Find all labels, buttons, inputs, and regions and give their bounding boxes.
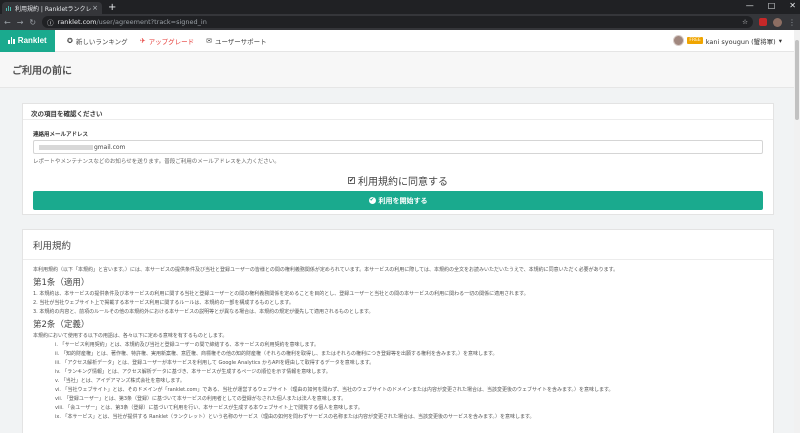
window-controls: — □ ✕: [746, 1, 796, 10]
close-window-icon[interactable]: ✕: [789, 1, 796, 10]
agree-checkbox[interactable]: ✔: [348, 177, 355, 184]
list-item: vii. 「登録ユーザー」とは、第3条（登録）に基づいて本サービスの利用者として…: [55, 396, 347, 402]
agree-label[interactable]: 利用規約に同意する: [358, 173, 448, 188]
list-item: vi. 「当社ウェブサイト」とは、そのドメインが「ranklet.com」である…: [55, 387, 614, 393]
nav-user-support[interactable]: ✉ ユーザーサポート: [206, 36, 267, 46]
terms-body: 本利用規約（以下「本規約」と言います。）には、本サービスの提供条件及び当社と登録…: [23, 260, 773, 428]
site-header: Ranklet ✪ 新しいランキング ✈ アップグレード ✉ ユーザーサポート …: [0, 29, 800, 52]
confirm-card: 次の項目を確認ください 連絡用メールアドレス gmail.com レポートやメン…: [22, 103, 774, 215]
forward-icon[interactable]: →: [17, 18, 24, 27]
agree-checkbox-row[interactable]: ✔ 利用規約に同意する: [23, 173, 773, 188]
plane-icon: ✈: [139, 36, 146, 45]
start-button-label: 利用を開始する: [378, 196, 428, 205]
browser-tab-strip: 利用規約 | Rankletランクレット × + — □ ✕: [0, 0, 800, 14]
maximize-icon[interactable]: □: [768, 1, 776, 10]
article-1-title: 第1条（適用）: [33, 278, 90, 288]
back-icon[interactable]: ←: [4, 18, 11, 27]
minimize-icon[interactable]: —: [746, 1, 754, 10]
browser-tab[interactable]: 利用規約 | Rankletランクレット ×: [2, 2, 102, 14]
check-circle-icon: ✔: [368, 197, 376, 204]
brand-logo[interactable]: Ranklet: [0, 29, 55, 52]
article-2-title: 第2条（定義）: [33, 320, 90, 330]
start-button[interactable]: ✔ 利用を開始する: [33, 191, 763, 210]
list-item: ii. 「知的財産権」とは、著作権、特許権、実用新案権、意匠権、商標権その他の知…: [55, 351, 498, 357]
browser-menu-icon[interactable]: ⋮: [788, 18, 796, 27]
list-item: i. 「サービス利用契約」とは、本規約及び当社と登録ユーザーの間で締結する、本サ…: [55, 342, 319, 348]
terms-intro: 本利用規約（以下「本規約」と言います。）には、本サービスの提供条件及び当社と登録…: [33, 267, 619, 273]
plus-circle-icon: ✪: [67, 36, 73, 45]
profile-avatar-icon[interactable]: [773, 17, 782, 27]
user-name: kani syougun (蟹将軍): [705, 37, 776, 46]
page-scrollbar[interactable]: [794, 30, 800, 433]
address-bar[interactable]: ⓘ ranklet.com/user/agreement?track=signe…: [42, 16, 753, 28]
list-item: 2. 当社が当社ウェブサイト上で掲載する本サービス利用に関するルールは、本規約の…: [33, 300, 294, 306]
nav-label: 新しいランキング: [75, 37, 128, 46]
email-field[interactable]: gmail.com: [33, 140, 763, 154]
reload-icon[interactable]: ↻: [29, 18, 36, 27]
terms-title: 利用規約: [23, 230, 773, 260]
list-item: iv. 「ランキング情報」とは、アクセス解析データに基づき、本サービスが生成する…: [55, 369, 331, 375]
email-redaction: [39, 144, 93, 150]
title-band: ご利用の前に: [0, 52, 794, 88]
brand-name: Ranklet: [17, 36, 47, 45]
tab-title: 利用規約 | Rankletランクレット: [15, 5, 92, 13]
confirm-card-heading: 次の項目を確認ください: [23, 104, 773, 120]
nav-new-ranking[interactable]: ✪ 新しいランキング: [67, 36, 128, 46]
email-label: 連絡用メールアドレス: [33, 132, 89, 138]
scrollbar-thumb[interactable]: [795, 40, 799, 120]
ranklet-favicon-icon: [6, 5, 12, 11]
plan-badge: FREE: [687, 37, 703, 44]
list-item: 3. 本規約の内容と、前項のルールその他の本規約外における本サービスの説明等とが…: [33, 309, 374, 315]
avatar: [673, 35, 685, 46]
extension-icon[interactable]: [759, 18, 767, 26]
browser-toolbar: ← → ↻ ⓘ ranklet.com/user/agreement?track…: [0, 14, 800, 30]
bookmark-star-icon[interactable]: ☆: [742, 18, 748, 26]
list-item: v. 「当社」とは、アイデアマンズ株式会社を意味します。: [55, 378, 185, 384]
list-item: ix. 「本サービス」とは、当社が提供する Ranklet（ランクレット）という…: [55, 414, 535, 420]
user-menu[interactable]: FREE kani syougun (蟹将軍) ▾: [673, 35, 782, 46]
terms-card: 利用規約 本利用規約（以下「本規約」と言います。）には、本サービスの提供条件及び…: [22, 229, 774, 433]
list-item: iii. 「アクセス解析データ」とは、登録ユーザーが本サービスを利用して Goo…: [55, 360, 375, 366]
nav-upgrade[interactable]: ✈ アップグレード: [140, 36, 194, 46]
site-info-icon[interactable]: ⓘ: [47, 17, 54, 27]
url-host: ranklet.com: [57, 18, 97, 26]
url-path: /user/agreement?track=signed_in: [96, 18, 207, 26]
email-value: gmail.com: [94, 143, 126, 151]
ranklet-logo-icon: [8, 37, 15, 44]
list-item: viii. 「会ユーザー」とは、第3条（登録）に基づいて利用を行い、本サービスが…: [55, 405, 363, 411]
list-item: 1. 本規約は、本サービスの提供条件及び本サービスの利用に関する当社と登録ユーザ…: [33, 291, 529, 297]
page-title: ご利用の前に: [12, 66, 72, 77]
nav-label: ユーザーサポート: [214, 37, 267, 46]
nav-label: アップグレード: [148, 37, 195, 46]
email-help-text: レポートやメンテナンスなどのお知らせを送ります。普段ご利用のメールアドレスを入力…: [33, 159, 280, 165]
new-tab-button[interactable]: +: [108, 2, 116, 14]
chevron-down-icon: ▾: [778, 36, 782, 45]
envelope-icon: ✉: [206, 36, 212, 45]
article-2-intro: 本規約において使用する以下の用語は、各々以下に定める意味を有するものとします。: [33, 333, 228, 339]
tab-close-icon[interactable]: ×: [92, 4, 98, 12]
